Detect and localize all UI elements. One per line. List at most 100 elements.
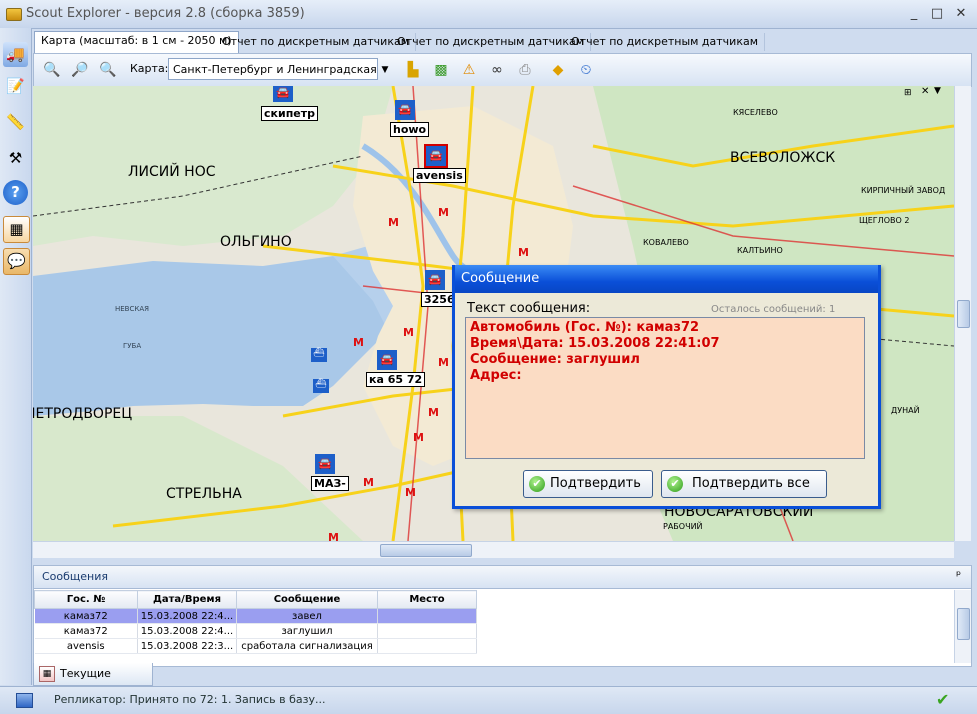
zoom-in-icon[interactable]: 🔍 bbox=[40, 58, 64, 82]
place-label: КОВАЛЕВО bbox=[643, 238, 689, 247]
edit-icon[interactable]: 📝 bbox=[3, 74, 28, 99]
check-icon: ✔ bbox=[936, 690, 950, 709]
messages-panel-header: Сообщения ᵖ bbox=[34, 566, 971, 589]
tools-icon[interactable]: ⚒ bbox=[3, 146, 28, 171]
svg-text:М: М bbox=[518, 246, 529, 259]
vehicle-label-maz[interactable]: МАЗ- bbox=[311, 476, 349, 491]
zoom-fit-icon[interactable]: 🔍 bbox=[96, 58, 120, 82]
tab-discrete-report-3[interactable]: Отчет по дискретным датчикам bbox=[565, 33, 766, 51]
vehicle-label-avensis[interactable]: avensis bbox=[413, 168, 466, 183]
place-label: ЩЕГЛОВО 2 bbox=[859, 216, 910, 225]
svg-text:М: М bbox=[363, 476, 374, 489]
chevron-down-icon[interactable]: ▼ bbox=[934, 86, 941, 96]
scroll-thumb[interactable] bbox=[957, 608, 970, 640]
car-icon[interactable]: 🚘 bbox=[315, 454, 335, 474]
messages-table-wrap: Гос. № Дата/Время Сообщение Место камаз7… bbox=[34, 590, 477, 654]
confirm-button[interactable]: ✔ Подтвердить bbox=[523, 470, 653, 498]
car-icon[interactable]: 🚘 bbox=[377, 350, 397, 370]
svg-text:М: М bbox=[328, 531, 339, 541]
car-icon[interactable]: 🚘 bbox=[273, 86, 293, 102]
svg-text:М: М bbox=[438, 356, 449, 369]
chevron-down-icon[interactable]: ▼ bbox=[378, 58, 392, 82]
cell-place bbox=[377, 638, 477, 654]
help-icon[interactable]: ? bbox=[3, 180, 28, 205]
car-icon-selected[interactable]: 🚘 bbox=[424, 144, 448, 168]
pin-icon[interactable]: ᵖ bbox=[956, 568, 961, 582]
tab-discrete-report-2[interactable]: Отчет по дискретным датчикам bbox=[391, 33, 592, 51]
map-vertical-scrollbar[interactable] bbox=[954, 86, 971, 541]
messages-icon[interactable]: 💬 bbox=[3, 248, 30, 275]
svg-text:М: М bbox=[428, 406, 439, 419]
table-row[interactable]: камаз72 15.03.2008 22:4... завел bbox=[34, 608, 477, 624]
status-bar: Репликатор: Принято по 72: 1. Запись в б… bbox=[0, 686, 977, 714]
map-control-icon[interactable]: ⊞ bbox=[904, 88, 912, 98]
cell-datetime: 15.03.2008 22:3... bbox=[137, 638, 237, 654]
svg-text:М: М bbox=[388, 216, 399, 229]
map-label: Карта: bbox=[130, 62, 169, 75]
cell-message: завел bbox=[236, 608, 378, 624]
col-header[interactable]: Гос. № bbox=[34, 590, 138, 609]
grid-icon[interactable]: ▩ bbox=[429, 58, 453, 82]
table-row[interactable]: камаз72 15.03.2008 22:4... заглушил bbox=[34, 623, 477, 639]
vehicle-label-howo[interactable]: howo bbox=[390, 122, 430, 137]
map-horizontal-scrollbar[interactable] bbox=[33, 541, 954, 558]
place-label: РАБОЧИЙ bbox=[663, 522, 703, 531]
minimize-button[interactable]: _ bbox=[905, 6, 923, 22]
message-line: Время\Дата: 15.03.2008 22:41:07 bbox=[470, 336, 720, 351]
scroll-thumb[interactable] bbox=[957, 300, 970, 328]
messages-scrollbar[interactable] bbox=[954, 590, 971, 663]
tab-discrete-report-1[interactable]: Отчет по дискретным датчикам bbox=[216, 33, 417, 51]
message-line: Адрес: bbox=[470, 368, 522, 383]
ruler-icon[interactable]: 📏 bbox=[3, 110, 28, 135]
history-icon[interactable]: ⏲ bbox=[574, 58, 598, 82]
messages-panel-title: Сообщения bbox=[42, 570, 109, 583]
messages-table: Гос. № Дата/Время Сообщение Место камаз7… bbox=[34, 590, 477, 654]
cell-place bbox=[377, 623, 477, 639]
cell-datetime: 15.03.2008 22:4... bbox=[137, 608, 237, 624]
calendar-icon[interactable]: ▦ bbox=[3, 216, 30, 243]
map-toolbar: 🔍 🔎 🔍 Карта: Санкт-Петербург и Ленинград… bbox=[33, 53, 972, 87]
map-select[interactable]: Санкт-Петербург и Ленинградская bbox=[168, 58, 378, 80]
scroll-thumb[interactable] bbox=[380, 544, 472, 557]
tab-map[interactable]: Карта (масштаб: в 1 см - 2050 м) bbox=[34, 31, 239, 53]
cell-message: сработала сигнализация bbox=[236, 638, 378, 654]
confirm-all-button[interactable]: ✔ Подтвердить все bbox=[661, 470, 827, 498]
message-text-box: Автомобиль (Гос. №): камаз72 Время\Дата:… bbox=[465, 317, 865, 459]
status-text: Репликатор: Принято по 72: 1. Запись в б… bbox=[54, 693, 326, 706]
dialog-title: Сообщение bbox=[455, 265, 878, 293]
place-label: ВСЕВОЛОЖСК bbox=[730, 150, 836, 166]
tab-current-data[interactable]: ▦ Текущие данные bbox=[33, 663, 153, 702]
ferry-icon: ⛴ bbox=[313, 379, 329, 393]
col-header[interactable]: Место bbox=[377, 590, 477, 609]
print-icon[interactable]: ⎙ bbox=[513, 58, 537, 82]
svg-text:М: М bbox=[413, 431, 424, 444]
car-icon[interactable]: 🚘 bbox=[425, 270, 445, 290]
svg-text:М: М bbox=[353, 336, 364, 349]
title-bar: Scout Explorer - версия 2.8 (сборка 3859… bbox=[0, 0, 977, 29]
cell-plate: камаз72 bbox=[34, 623, 138, 639]
col-header[interactable]: Дата/Время bbox=[137, 590, 237, 609]
place-label: СТРЕЛЬНА bbox=[166, 486, 242, 502]
route-icon[interactable]: ⚠ bbox=[457, 58, 481, 82]
svg-text:М: М bbox=[438, 206, 449, 219]
table-row[interactable]: avensis 15.03.2008 22:3... сработала сиг… bbox=[34, 638, 477, 654]
binoculars-icon[interactable]: ∞ bbox=[485, 58, 509, 82]
layers-icon[interactable]: ▙ bbox=[401, 58, 425, 82]
close-button[interactable]: ✕ bbox=[952, 6, 970, 22]
place-label: ОЛЬГИНО bbox=[220, 234, 292, 250]
maximize-button[interactable]: □ bbox=[928, 6, 946, 22]
col-header[interactable]: Сообщение bbox=[236, 590, 378, 609]
tab-strip: Карта (масштаб: в 1 см - 2050 м) Отчет п… bbox=[31, 28, 977, 53]
place-label: КАЛТЬИНО bbox=[737, 246, 783, 255]
vehicles-icon[interactable]: 🚚 bbox=[3, 42, 28, 67]
vehicle-label-ka6572[interactable]: ка 65 72 bbox=[366, 372, 426, 387]
navigation-icon[interactable]: ◆ bbox=[546, 58, 570, 82]
map-close-icon[interactable]: ✕ bbox=[921, 86, 929, 97]
car-icon[interactable]: 🚘 bbox=[395, 100, 415, 120]
monitor-icon bbox=[16, 693, 33, 708]
zoom-out-icon[interactable]: 🔎 bbox=[68, 58, 92, 82]
message-line: Автомобиль (Гос. №): камаз72 bbox=[470, 320, 700, 335]
vehicle-label-skipetr[interactable]: скипетр bbox=[261, 106, 319, 121]
svg-text:М: М bbox=[405, 486, 416, 499]
place-label: ПЕТРОДВОРЕЦ bbox=[33, 406, 133, 422]
